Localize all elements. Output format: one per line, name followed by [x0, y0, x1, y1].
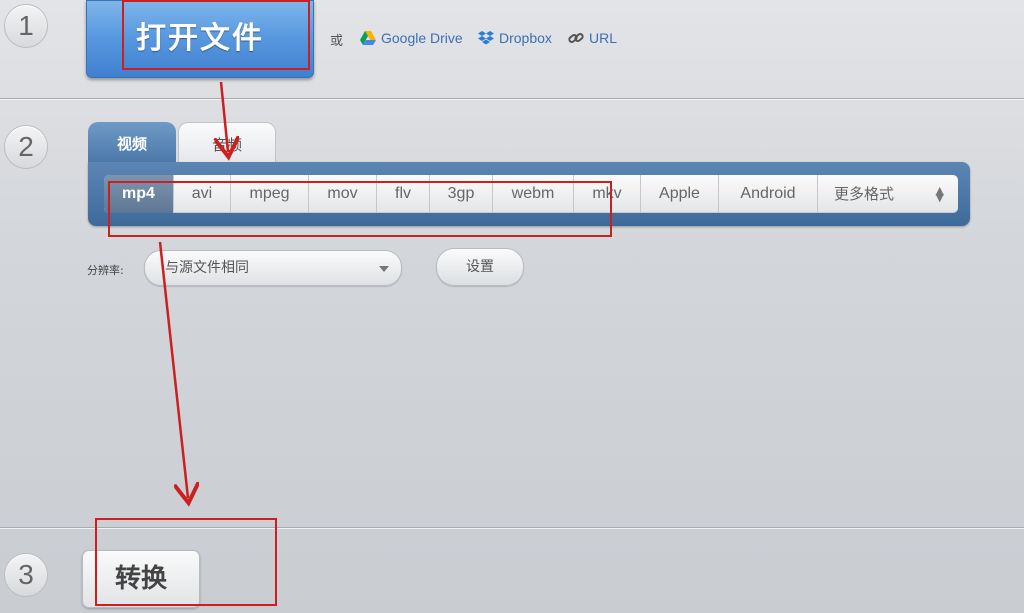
more-formats-select[interactable]: 更多格式 ▲ ▼: [818, 175, 958, 213]
more-formats-label: 更多格式: [834, 185, 895, 203]
annotation-box-open-file: [122, 0, 310, 70]
format-android[interactable]: Android: [719, 175, 818, 213]
annotation-box-formats: [108, 181, 612, 237]
divider-step1: [0, 98, 1024, 99]
dropbox-label: Dropbox: [499, 30, 552, 46]
up-down-arrow-icon: ▲ ▼: [935, 184, 944, 204]
google-drive-label: Google Drive: [381, 30, 463, 46]
link-icon: [568, 33, 584, 43]
resolution-label: 分辨率:: [87, 264, 124, 277]
tab-audio[interactable]: 音频: [178, 122, 276, 165]
settings-button[interactable]: 设置: [436, 248, 524, 286]
annotation-box-convert: [95, 518, 277, 606]
google-drive-link[interactable]: Google Drive: [360, 30, 463, 46]
resolution-select[interactable]: 与源文件相同: [144, 250, 402, 286]
url-label: URL: [589, 30, 618, 46]
step-number-2: 2: [4, 125, 48, 169]
step-number-3: 3: [4, 553, 48, 597]
url-link[interactable]: URL: [568, 30, 617, 46]
or-label: 或: [330, 34, 344, 49]
dropbox-link[interactable]: Dropbox: [478, 30, 552, 46]
chevron-down-icon: [379, 266, 389, 272]
format-apple[interactable]: Apple: [641, 175, 719, 213]
step-number-1: 1: [4, 4, 48, 48]
google-drive-icon: [360, 31, 376, 45]
dropbox-icon: [478, 31, 494, 45]
tab-video[interactable]: 视频: [88, 122, 176, 164]
resolution-value: 与源文件相同: [165, 260, 249, 276]
